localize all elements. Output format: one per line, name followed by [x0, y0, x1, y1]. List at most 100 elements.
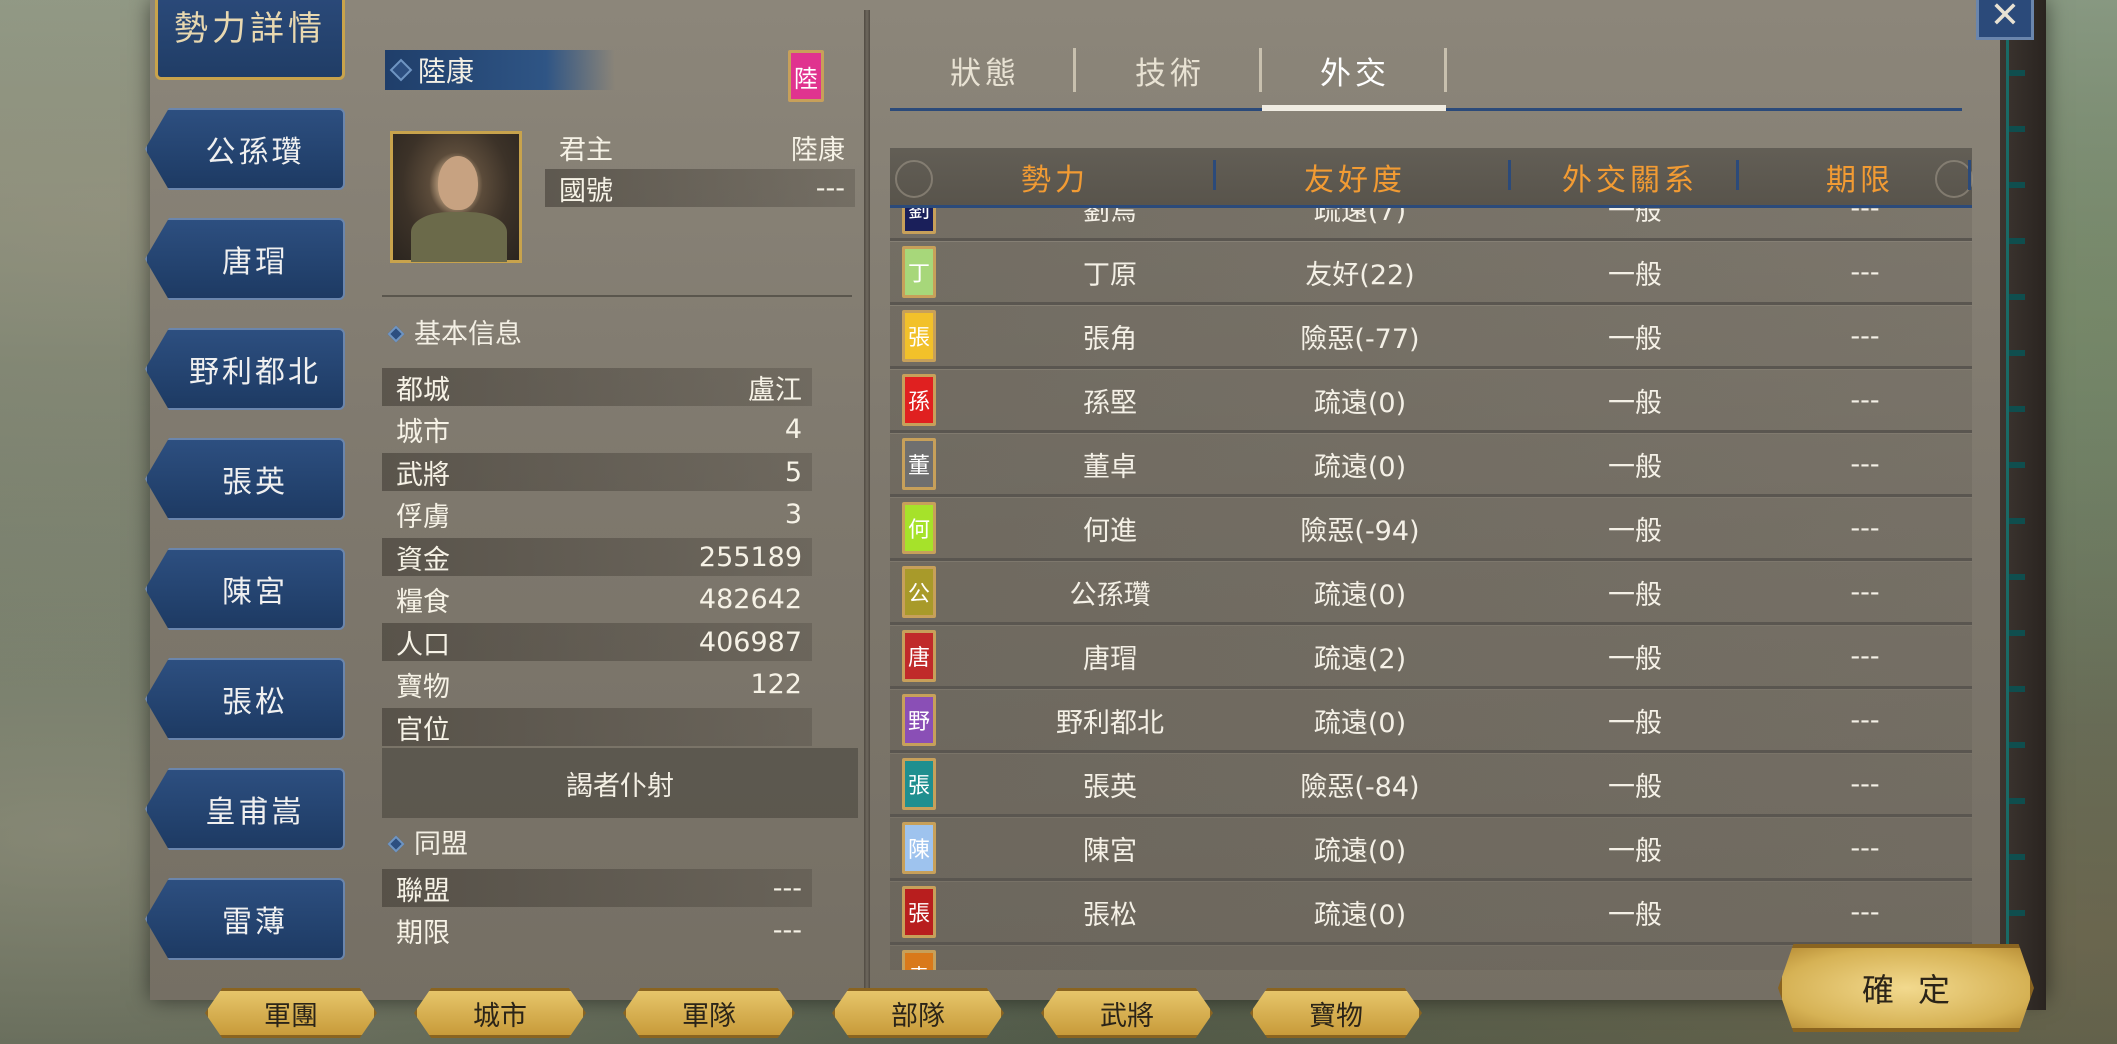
- tab-separator: [1259, 48, 1262, 92]
- cell-relation: 一般: [1608, 515, 1662, 547]
- basic-info-value: 3: [784, 499, 802, 530]
- basic-info-value: 122: [750, 669, 802, 700]
- tab-separator: [1444, 48, 1447, 92]
- header-faction[interactable]: 勢力: [960, 148, 1150, 206]
- tab-technology[interactable]: 技術: [1090, 45, 1250, 95]
- faction-flag: 劉: [902, 208, 936, 234]
- cell-relation: 一般: [1608, 643, 1662, 675]
- panel-separator: [864, 10, 870, 990]
- cell-relation: 一般: [1608, 451, 1662, 483]
- table-row[interactable]: 野 野利都北 疏遠(0) 一般 ---: [890, 690, 1972, 753]
- cell-term: ---: [1850, 256, 1880, 288]
- faction-flag: 丁: [902, 246, 936, 298]
- table-row[interactable]: 張 張英 險惡(-84) 一般 ---: [890, 754, 1972, 817]
- basic-info-row: 都城 盧江: [382, 368, 812, 406]
- cell-relation: 一般: [1608, 208, 1662, 227]
- header-separator: [1213, 160, 1216, 190]
- bottom-button-1[interactable]: 城市: [414, 988, 586, 1038]
- cell-relation: 一般: [1608, 707, 1662, 739]
- tab-status[interactable]: 狀態: [905, 45, 1065, 95]
- faction-flag-char: 野: [907, 710, 930, 735]
- confirm-button[interactable]: 確定: [1778, 944, 2034, 1032]
- faction-flag: 何: [902, 502, 936, 554]
- faction-flag: 陸: [788, 50, 824, 102]
- header-relation[interactable]: 外交關系: [1535, 148, 1725, 206]
- basic-info-title: 基本信息: [387, 312, 522, 351]
- table-row[interactable]: 張 張角 險惡(-77) 一般 ---: [890, 306, 1972, 369]
- cell-relation: 一般: [1608, 835, 1662, 867]
- table-row[interactable]: 唐 唐瑁 疏遠(2) 一般 ---: [890, 626, 1972, 689]
- alliance-label: 期限: [396, 917, 450, 949]
- country-row: 國號 ---: [545, 169, 855, 207]
- bottom-button-5[interactable]: 寶物: [1250, 988, 1422, 1038]
- ruler-value: 陸康: [791, 134, 845, 166]
- corner-ornament: [895, 160, 933, 198]
- cell-friendship: 險惡(-77): [1300, 323, 1420, 355]
- faction-flag-char: 唐: [907, 646, 930, 671]
- close-icon: ✕: [1989, 0, 2021, 36]
- tab-diplomacy[interactable]: 外交: [1270, 45, 1440, 95]
- basic-info-row: 糧食 482642: [382, 581, 812, 619]
- faction-flag-char: 公: [907, 582, 930, 607]
- cell-faction: 何進: [1083, 515, 1137, 547]
- bottom-button-4[interactable]: 武將: [1041, 988, 1213, 1038]
- faction-flag-char: 董: [907, 454, 930, 479]
- cell-friendship: 疏遠(0): [1313, 387, 1407, 419]
- basic-info-row: 資金 255189: [382, 538, 812, 576]
- header-separator: [1736, 160, 1739, 190]
- header-separator: [1968, 160, 1971, 190]
- table-row[interactable]: 何 何進 險惡(-94) 一般 ---: [890, 498, 1972, 561]
- table-row[interactable]: 張 張松 疏遠(0) 一般 ---: [890, 882, 1972, 945]
- faction-flag-char: 孫: [907, 390, 930, 415]
- basic-info-label: 人口: [396, 629, 450, 661]
- basic-info-row: 俘虜 3: [382, 496, 812, 534]
- basic-info-label: 俘虜: [396, 502, 450, 533]
- faction-flag-char: 何: [907, 518, 930, 543]
- alliance-value: ---: [772, 872, 802, 904]
- cell-term: ---: [1850, 704, 1880, 736]
- faction-flag-char: 張: [907, 902, 930, 927]
- cell-term: ---: [1850, 576, 1880, 608]
- country-value: ---: [815, 172, 845, 204]
- cell-term: ---: [1850, 320, 1880, 352]
- bottom-button-3[interactable]: 部隊: [832, 988, 1004, 1038]
- close-button[interactable]: ✕: [1976, 0, 2034, 40]
- header-term[interactable]: 期限: [1765, 148, 1955, 206]
- alliance-title: 同盟: [387, 822, 468, 861]
- faction-name-bar: 陸康: [385, 50, 615, 90]
- cell-relation: 一般: [1608, 323, 1662, 355]
- side-tab-2[interactable]: 野利都北: [145, 328, 345, 410]
- side-tab-1[interactable]: 唐瑁: [145, 218, 345, 300]
- side-tab-4[interactable]: 陳宮: [145, 548, 345, 630]
- ruler-label: 君主: [559, 134, 613, 166]
- table-row[interactable]: 丁 丁原 友好(22) 一般 ---: [890, 242, 1972, 305]
- table-row[interactable]: 劉 劉焉 疏遠(7) 一般 ---: [890, 208, 1972, 241]
- header-friendship[interactable]: 友好度: [1260, 148, 1450, 206]
- side-tab-6[interactable]: 皇甫嵩: [145, 768, 345, 850]
- basic-info-label: 都城: [396, 374, 450, 406]
- cell-faction: 張角: [1083, 323, 1137, 355]
- table-row[interactable]: 孫 孫堅 疏遠(0) 一般 ---: [890, 370, 1972, 433]
- side-tab-7[interactable]: 雷薄: [145, 878, 345, 960]
- table-row[interactable]: 陳 陳宮 疏遠(0) 一般 ---: [890, 818, 1972, 881]
- faction-flag: 野: [902, 694, 936, 746]
- faction-flag-char: 丁: [907, 262, 930, 287]
- table-row[interactable]: 董 董卓 疏遠(0) 一般 ---: [890, 434, 1972, 497]
- cell-term: ---: [1850, 384, 1880, 416]
- table-row[interactable]: 公 公孫瓚 疏遠(0) 一般 ---: [890, 562, 1972, 625]
- bottom-button-2[interactable]: 軍隊: [623, 988, 795, 1038]
- faction-flag-char: 張: [907, 326, 930, 351]
- cell-friendship: 疏遠(0): [1313, 707, 1407, 739]
- basic-info-row: 人口 406987: [382, 623, 812, 661]
- cell-relation: [1535, 946, 1735, 970]
- side-tab-0[interactable]: 公孫瓚: [145, 108, 345, 190]
- diplomacy-table-body[interactable]: 劉 劉焉 疏遠(7) 一般 --- 丁 丁原 友好(22) 一般 --- 張 張角 險惡(-77) 一般 -…: [890, 208, 1972, 970]
- side-tab-5[interactable]: 張松: [145, 658, 345, 740]
- cell-faction: 唐瑁: [1083, 643, 1137, 675]
- bottom-button-0[interactable]: 軍團: [205, 988, 377, 1038]
- side-tab-3[interactable]: 張英: [145, 438, 345, 520]
- diamond-icon: [387, 835, 405, 853]
- cell-relation: 一般: [1608, 899, 1662, 931]
- cell-faction: 張英: [1083, 771, 1137, 803]
- cell-faction: 孫堅: [1083, 387, 1137, 419]
